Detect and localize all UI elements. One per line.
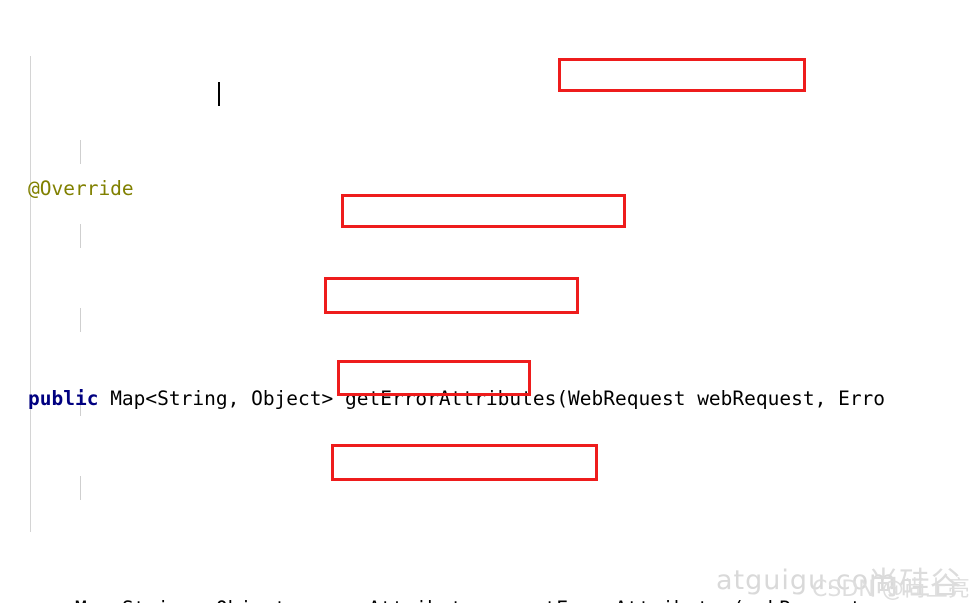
watermark-csdn: CSDN @尚上亮亮 (812, 577, 971, 602)
text-caret (218, 82, 220, 106)
super-call-method-name: getErrorAttributes (521, 597, 732, 603)
code-content[interactable]: @Override public Map<String, Object> get… (0, 0, 971, 603)
code-editor[interactable]: @Override public Map<String, Object> get… (0, 0, 971, 603)
annotation-override-top: @Override (28, 177, 134, 200)
code-line-1[interactable]: @Override (0, 168, 971, 210)
local-var-declaration: Map<String, Object> errorAttributes = (28, 597, 521, 603)
keyword-public: public (28, 387, 99, 410)
code-line-2[interactable]: public Map<String, Object> getErrorAttri… (0, 378, 971, 420)
method-signature-text: Map<String, Object> getErrorAttributes(W… (98, 387, 886, 410)
